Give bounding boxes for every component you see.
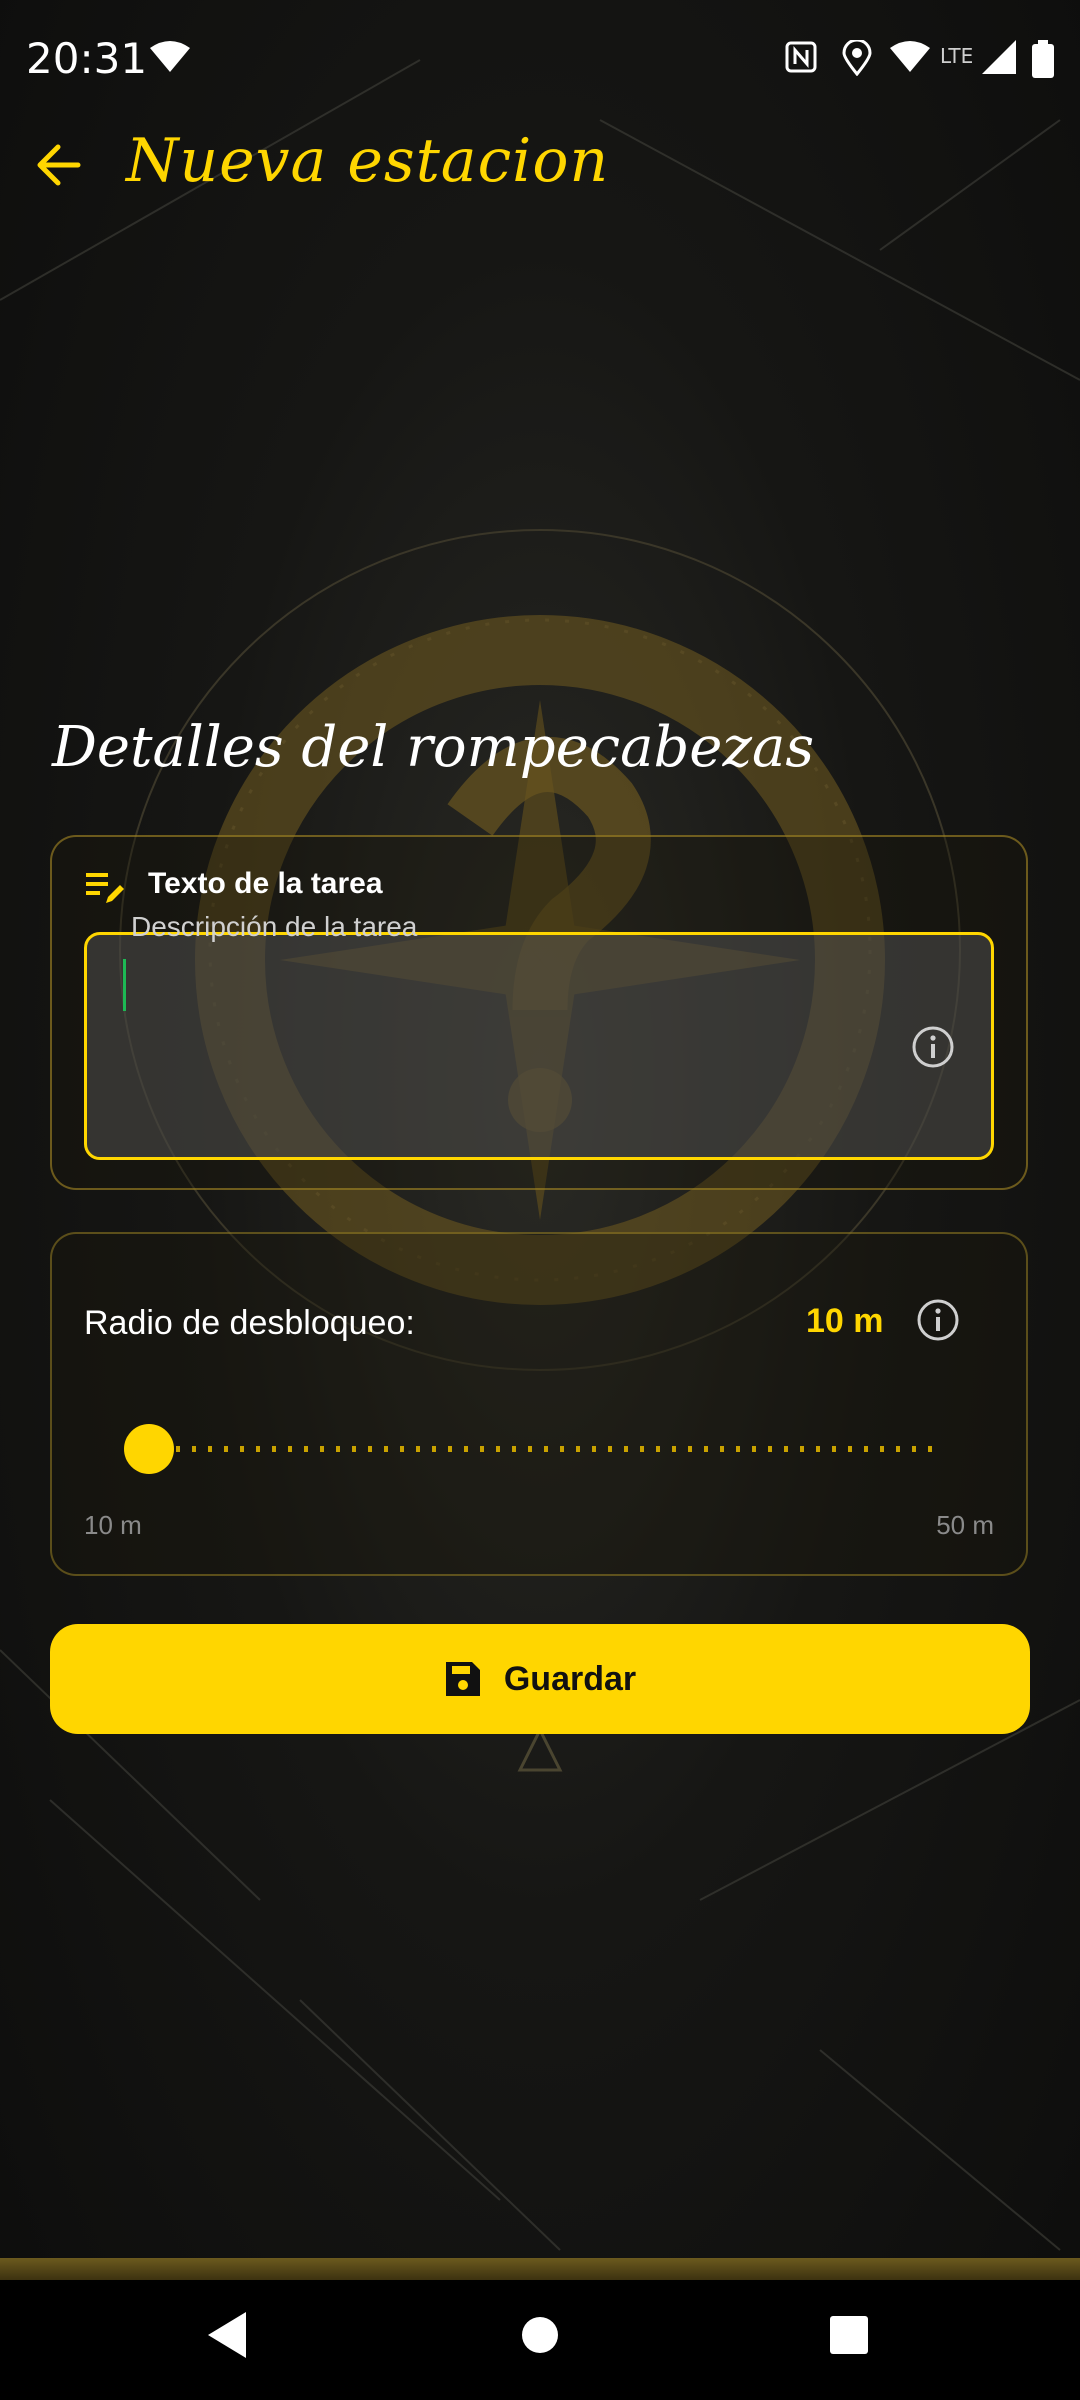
wifi-signal-icon	[890, 40, 930, 79]
background-pattern	[0, 59, 1080, 2251]
task-text-header: Texto de la tarea	[148, 867, 383, 900]
save-icon	[444, 1660, 482, 1698]
page-title: Nueva estacion	[126, 126, 610, 196]
edit-notes-icon	[86, 871, 126, 910]
slider-track	[144, 1446, 934, 1452]
wifi-icon	[150, 40, 190, 79]
unlock-radius-card: Radio de desbloqueo: 10 m 10 m 50 m	[50, 1232, 1028, 1576]
task-description-field[interactable]: Descripción de la tarea	[84, 911, 994, 1160]
unlock-radius-label: Radio de desbloqueo:	[84, 1304, 415, 1342]
slider-thumb[interactable]	[124, 1424, 174, 1474]
back-button[interactable]	[30, 135, 90, 195]
background-artwork	[0, 0, 1080, 2400]
task-card: Texto de la tarea Descripción de la tare…	[50, 835, 1028, 1190]
network-type-label: LTE	[940, 44, 974, 68]
info-icon[interactable]	[916, 1298, 960, 1347]
unlock-radius-value: 10 m	[806, 1302, 884, 1340]
battery-icon	[1032, 40, 1054, 83]
cell-signal-icon	[982, 40, 1016, 79]
slider-min-label: 10 m	[84, 1510, 142, 1540]
arrow-back-icon	[37, 144, 81, 186]
nfc-icon	[784, 40, 818, 79]
task-description-label: Descripción de la tarea	[131, 911, 418, 942]
status-time: 20:31	[26, 34, 148, 83]
system-nav-bar	[0, 2280, 1080, 2400]
text-caret	[123, 959, 126, 1011]
status-bar: 20:31 LTE	[0, 0, 1080, 120]
unlock-radius-slider[interactable]	[124, 1424, 936, 1474]
location-icon	[842, 38, 872, 81]
nav-recents-button[interactable]	[828, 2310, 870, 2365]
section-title: Detalles del rompecabezas	[52, 715, 815, 780]
info-icon[interactable]	[911, 1025, 955, 1074]
save-button[interactable]: Guardar	[50, 1624, 1030, 1734]
nav-home-button[interactable]	[516, 2310, 564, 2365]
save-button-label: Guardar	[503, 1659, 637, 1698]
bottom-decoration	[0, 2258, 1080, 2280]
nav-back-button[interactable]	[206, 2310, 250, 2365]
slider-max-label: 50 m	[936, 1510, 994, 1540]
